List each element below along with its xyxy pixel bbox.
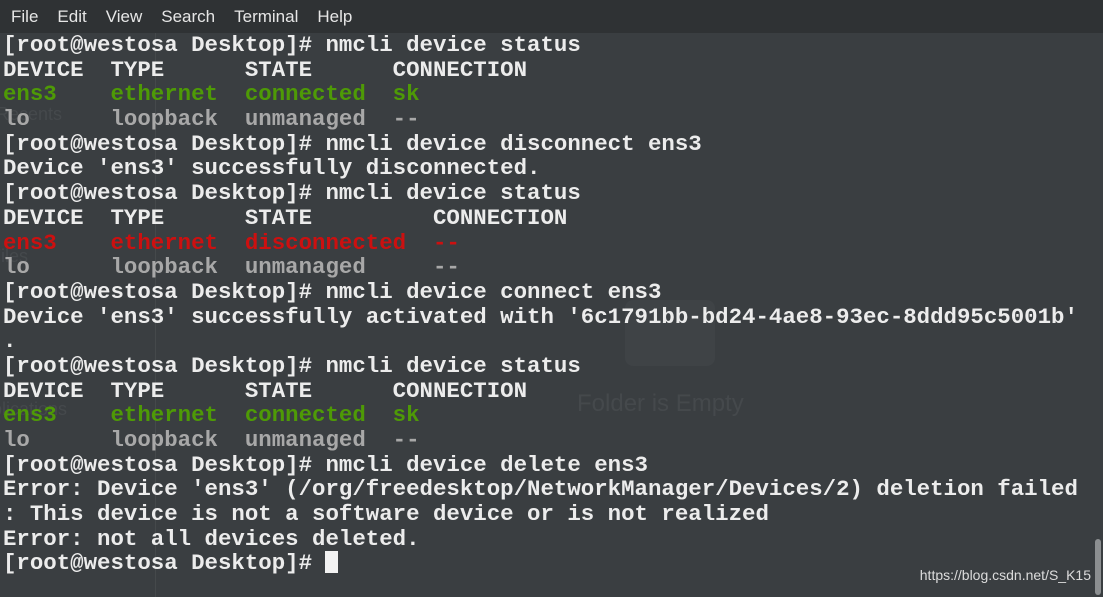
terminal-text: lo loopback unmanaged -- [3,254,460,281]
terminal-text: : This device is not a software device o… [3,501,769,528]
terminal-text: [root@westosa Desktop]# [3,550,326,577]
terminal-line: : This device is not a software device o… [3,502,1093,527]
terminal-line: lo loopback unmanaged -- [3,428,1093,453]
terminal-line: . [3,329,1093,354]
terminal-text: [root@westosa Desktop]# nmcli device dis… [3,130,702,157]
terminal-line: ens3 ethernet connected sk [3,403,1093,428]
terminal-text: . [3,328,17,355]
menu-edit[interactable]: Edit [47,7,95,27]
terminal-line: [root@westosa Desktop]# nmcli device sta… [3,33,1093,58]
terminal-text: ens3 ethernet connected sk [3,402,420,429]
terminal-text: [root@westosa Desktop]# nmcli device con… [3,278,662,305]
terminal-text: ens3 ethernet disconnected -- [3,229,460,256]
terminal-line: Error: not all devices deleted. [3,525,1093,552]
terminal-line: [root@westosa Desktop]# nmcli device sta… [3,354,1093,379]
terminal-text: ens3 ethernet connected sk [3,81,420,108]
terminal-cursor [325,551,339,574]
watermark: https://blog.csdn.net/S_K15 [919,567,1091,583]
terminal-text: DEVICE TYPE STATE CONNECTION [3,56,528,83]
terminal-text: lo loopback unmanaged -- [3,106,420,133]
terminal-text: [root@westosa Desktop]# nmcli device sta… [3,32,581,58]
terminal-text: DEVICE TYPE STATE CONNECTION [3,377,528,404]
terminal-output[interactable]: [root@westosa Desktop]# nmcli device sta… [3,33,1093,597]
terminal-line: [root@westosa Desktop]# nmcli device sta… [3,181,1093,206]
scrollbar-thumb[interactable] [1095,539,1101,595]
terminal-text: Error: not all devices deleted. [3,525,420,552]
terminal-text: DEVICE TYPE STATE CONNECTION [3,204,568,231]
terminal-line: DEVICE TYPE STATE CONNECTION [3,56,1093,83]
terminal-line: [root@westosa Desktop]# nmcli device dis… [3,130,1093,157]
terminal-text: lo loopback unmanaged -- [3,427,420,453]
terminal-line: [root@westosa Desktop]# nmcli device del… [3,451,1093,478]
menu-terminal[interactable]: Terminal [224,7,307,27]
terminal-line: Device 'ens3' successfully disconnected. [3,156,1093,181]
menu-view[interactable]: View [96,7,152,27]
scrollbar[interactable] [1093,33,1103,597]
terminal-text: Device 'ens3' successfully disconnected. [3,155,541,182]
terminal-line: Device 'ens3' successfully activated wit… [3,303,1093,330]
terminal-line: ens3 ethernet disconnected -- [3,229,1093,256]
terminal-line: lo loopback unmanaged -- [3,255,1093,280]
menubar: File Edit View Search Terminal Help [0,0,1103,33]
terminal-text: [root@westosa Desktop]# nmcli device sta… [3,180,581,207]
terminal-line: ens3 ethernet connected sk [3,82,1093,107]
terminal-line: Error: Device 'ens3' (/org/freedesktop/N… [3,477,1093,502]
terminal-line: DEVICE TYPE STATE CONNECTION [3,204,1093,231]
terminal-text: [root@westosa Desktop]# nmcli device sta… [3,352,581,379]
menu-help[interactable]: Help [307,7,361,27]
terminal-text: [root@westosa Desktop]# nmcli device del… [3,451,648,478]
menu-file[interactable]: File [0,7,47,27]
terminal-line: DEVICE TYPE STATE CONNECTION [3,377,1093,404]
terminal-line: lo loopback unmanaged -- [3,107,1093,132]
terminal-text: Error: Device 'ens3' (/org/freedesktop/N… [3,476,1078,503]
menu-search[interactable]: Search [151,7,224,27]
terminal-line: [root@westosa Desktop]# nmcli device con… [3,280,1093,305]
terminal-text: Device 'ens3' successfully activated wit… [3,303,1078,330]
